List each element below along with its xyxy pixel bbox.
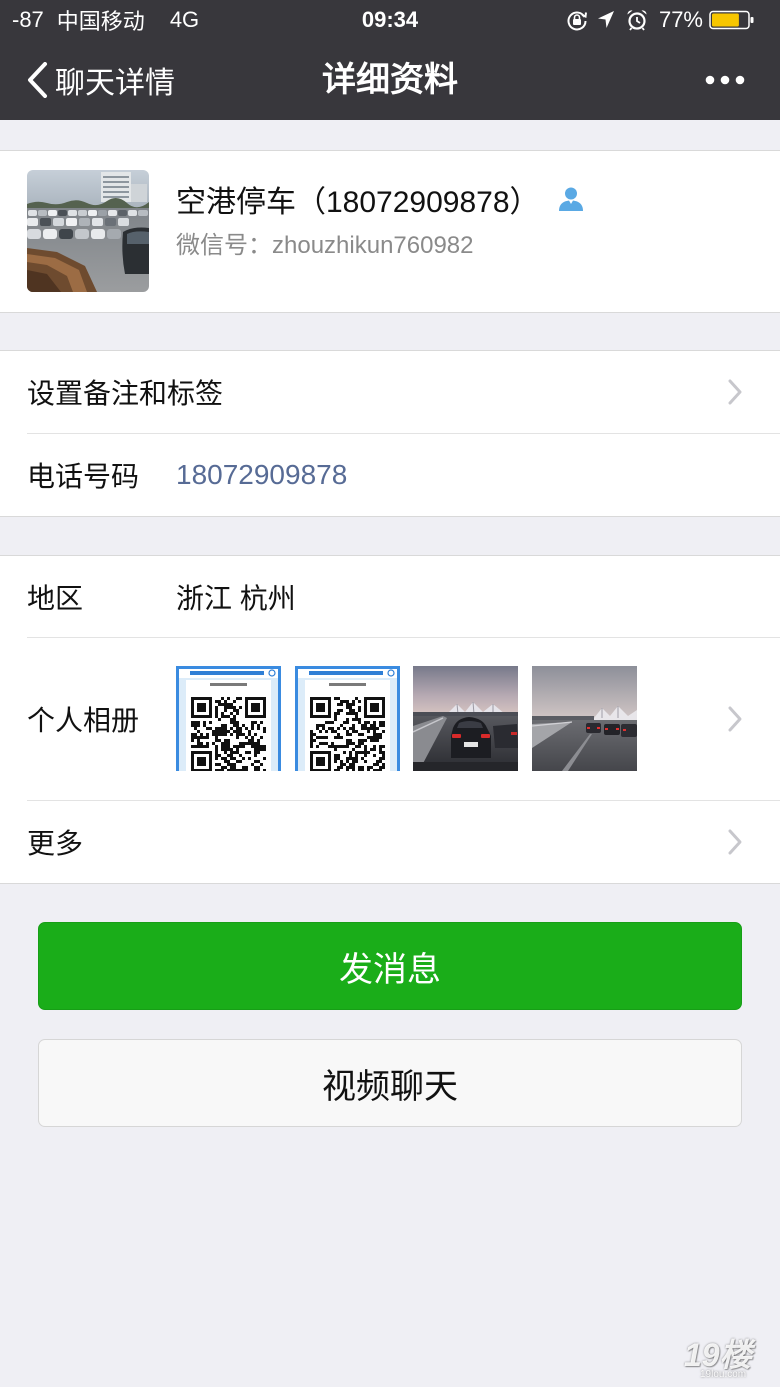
wechat-id-label: 微信号： <box>176 232 272 259</box>
album-label: 个人相册 <box>27 705 140 736</box>
chevron-right-icon <box>728 829 742 855</box>
phone-number-link[interactable]: 18072909878 <box>176 459 347 491</box>
battery-percent: 77% <box>658 7 703 32</box>
location-arrow-icon <box>597 11 614 29</box>
navigation-bar: 聊天详情 详细资料 <box>0 40 780 120</box>
detail-section: 地区 浙江 杭州 个人相册 更多 <box>0 555 780 884</box>
more-button[interactable] <box>705 40 745 120</box>
video-chat-button[interactable]: 视频聊天 <box>38 1039 742 1127</box>
orientation-lock-icon <box>566 9 588 31</box>
region-label: 地区 <box>27 582 84 614</box>
info-section: 设置备注和标签 电话号码 18072909878 <box>0 350 780 517</box>
watermark-site: 19lou.com <box>700 1369 747 1380</box>
more-label: 更多 <box>27 828 84 859</box>
region-value: 浙江 杭州 <box>176 582 296 614</box>
phone-row[interactable]: 电话号码 18072909878 <box>0 434 778 516</box>
album-row[interactable]: 个人相册 <box>0 638 778 800</box>
alarm-clock-icon <box>626 9 648 31</box>
profile-card: 空港停车（18072909878） 微信号：zhouzhikun760982 <box>0 150 780 313</box>
album-thumbnail-highway-photo <box>413 666 518 771</box>
album-thumbnail-highway-photo <box>531 666 637 771</box>
avatar[interactable] <box>27 170 149 292</box>
contact-name: 空港停车（18072909878） <box>176 186 540 219</box>
more-info-row[interactable]: 更多 <box>0 801 778 883</box>
remark-tags-row[interactable]: 设置备注和标签 <box>0 351 778 433</box>
more-icon <box>705 75 745 85</box>
battery-fill <box>712 13 739 27</box>
wechat-id-value: zhouzhikun760982 <box>272 232 474 259</box>
remark-tags-label: 设置备注和标签 <box>27 378 224 409</box>
battery-icon <box>709 9 755 31</box>
region-row: 地区 浙江 杭州 <box>0 556 778 637</box>
person-icon <box>558 186 584 212</box>
send-message-button[interactable]: 发消息 <box>38 922 742 1010</box>
chevron-right-icon <box>728 379 742 405</box>
contact-name-line: 空港停车（18072909878） <box>176 179 584 219</box>
album-thumbnail-qr-code <box>294 666 400 771</box>
phone-label: 电话号码 <box>27 461 140 492</box>
album-thumbnails <box>176 666 637 771</box>
contact-detail-screen: -87 中国移动 4G 09:34 77% 聊天详情 详细资料 空港停车（180… <box>0 0 780 1387</box>
status-bar: -87 中国移动 4G 09:34 77% <box>0 0 780 40</box>
album-thumbnail-qr-code <box>176 666 281 771</box>
wechat-id: 微信号：zhouzhikun760982 <box>176 229 474 263</box>
page-title: 详细资料 <box>322 61 458 99</box>
status-icons: 77% <box>566 0 755 40</box>
chevron-right-icon <box>728 706 742 732</box>
